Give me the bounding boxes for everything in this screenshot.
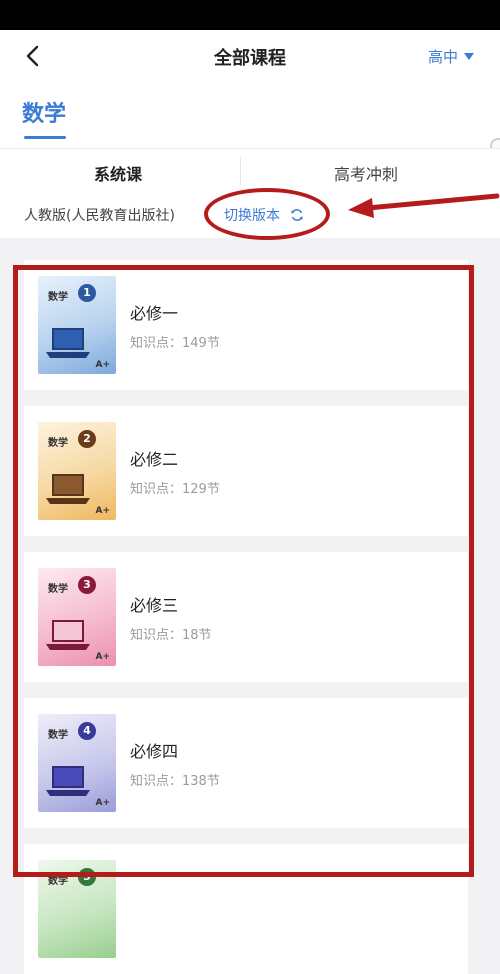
- laptop-icon: [46, 474, 90, 504]
- caret-down-icon: [464, 53, 474, 60]
- cover-number: 1: [78, 284, 96, 302]
- grade-dropdown[interactable]: 高中: [428, 46, 474, 67]
- refresh-icon: [291, 209, 304, 221]
- book-card-5[interactable]: 数学 5: [24, 844, 468, 974]
- book-points: 知识点：18节: [130, 628, 212, 643]
- subject-underline: [24, 136, 66, 139]
- tab-system-course[interactable]: 系统课: [94, 161, 142, 185]
- book-title: 必修三: [130, 596, 179, 615]
- tab-divider: [240, 157, 241, 185]
- top-bar: 全部课程 高中: [0, 30, 500, 82]
- page-title: 全部课程: [214, 48, 286, 69]
- book-title: 必修四: [130, 742, 179, 761]
- switch-version-button[interactable]: 切换版本: [224, 205, 304, 225]
- cover-tag: 数学: [48, 730, 68, 741]
- status-bar: [0, 0, 500, 30]
- cover-number: 3: [78, 576, 96, 594]
- book-card-3[interactable]: 数学 3 A+ 必修三 知识点：18节: [24, 552, 468, 682]
- cover-number: 5: [78, 868, 96, 886]
- book-title: 必修一: [130, 304, 179, 323]
- book-points: 知识点：138节: [130, 774, 220, 789]
- book-card-4[interactable]: 数学 4 A+ 必修四 知识点：138节: [24, 698, 468, 828]
- cover-tag: 数学: [48, 584, 68, 595]
- book-title: 必修二: [130, 450, 179, 469]
- cover-number: 2: [78, 430, 96, 448]
- book-cover: 数学 1 A+: [38, 276, 116, 374]
- book-cover: 数学 2 A+: [38, 422, 116, 520]
- tab-exam-sprint[interactable]: 高考冲刺: [334, 161, 398, 185]
- cover-grade-mark: A+: [95, 798, 110, 808]
- cover-tag: 数学: [48, 292, 68, 303]
- cover-grade-mark: A+: [95, 360, 110, 370]
- course-tabs: 系统课 高考冲刺: [0, 148, 500, 192]
- cover-tag: 数学: [48, 438, 68, 449]
- book-cover: 数学 4 A+: [38, 714, 116, 812]
- cover-grade-mark: A+: [95, 506, 110, 516]
- book-points: 知识点：129节: [130, 482, 220, 497]
- laptop-icon: [46, 620, 90, 650]
- subject-tab[interactable]: 数学: [22, 96, 66, 128]
- grade-label: 高中: [427, 48, 458, 66]
- cover-grade-mark: A+: [95, 652, 110, 662]
- version-name: 人教版(人民教育出版社): [24, 208, 175, 224]
- subject-bar: 数学: [0, 82, 500, 214]
- book-card-2[interactable]: 数学 2 A+ 必修二 知识点：129节: [24, 406, 468, 536]
- cover-tag: 数学: [48, 876, 68, 887]
- cover-number: 4: [78, 722, 96, 740]
- laptop-icon: [46, 328, 90, 358]
- laptop-icon: [46, 766, 90, 796]
- book-points: 知识点：149节: [130, 336, 220, 351]
- book-cover: 数学 3 A+: [38, 568, 116, 666]
- book-cover: 数学 5: [38, 860, 116, 958]
- book-card-1[interactable]: 数学 1 A+ 必修一 知识点：149节: [24, 260, 468, 390]
- version-bar: 人教版(人民教育出版社) 切换版本: [0, 192, 500, 238]
- switch-version-label: 切换版本: [224, 208, 280, 224]
